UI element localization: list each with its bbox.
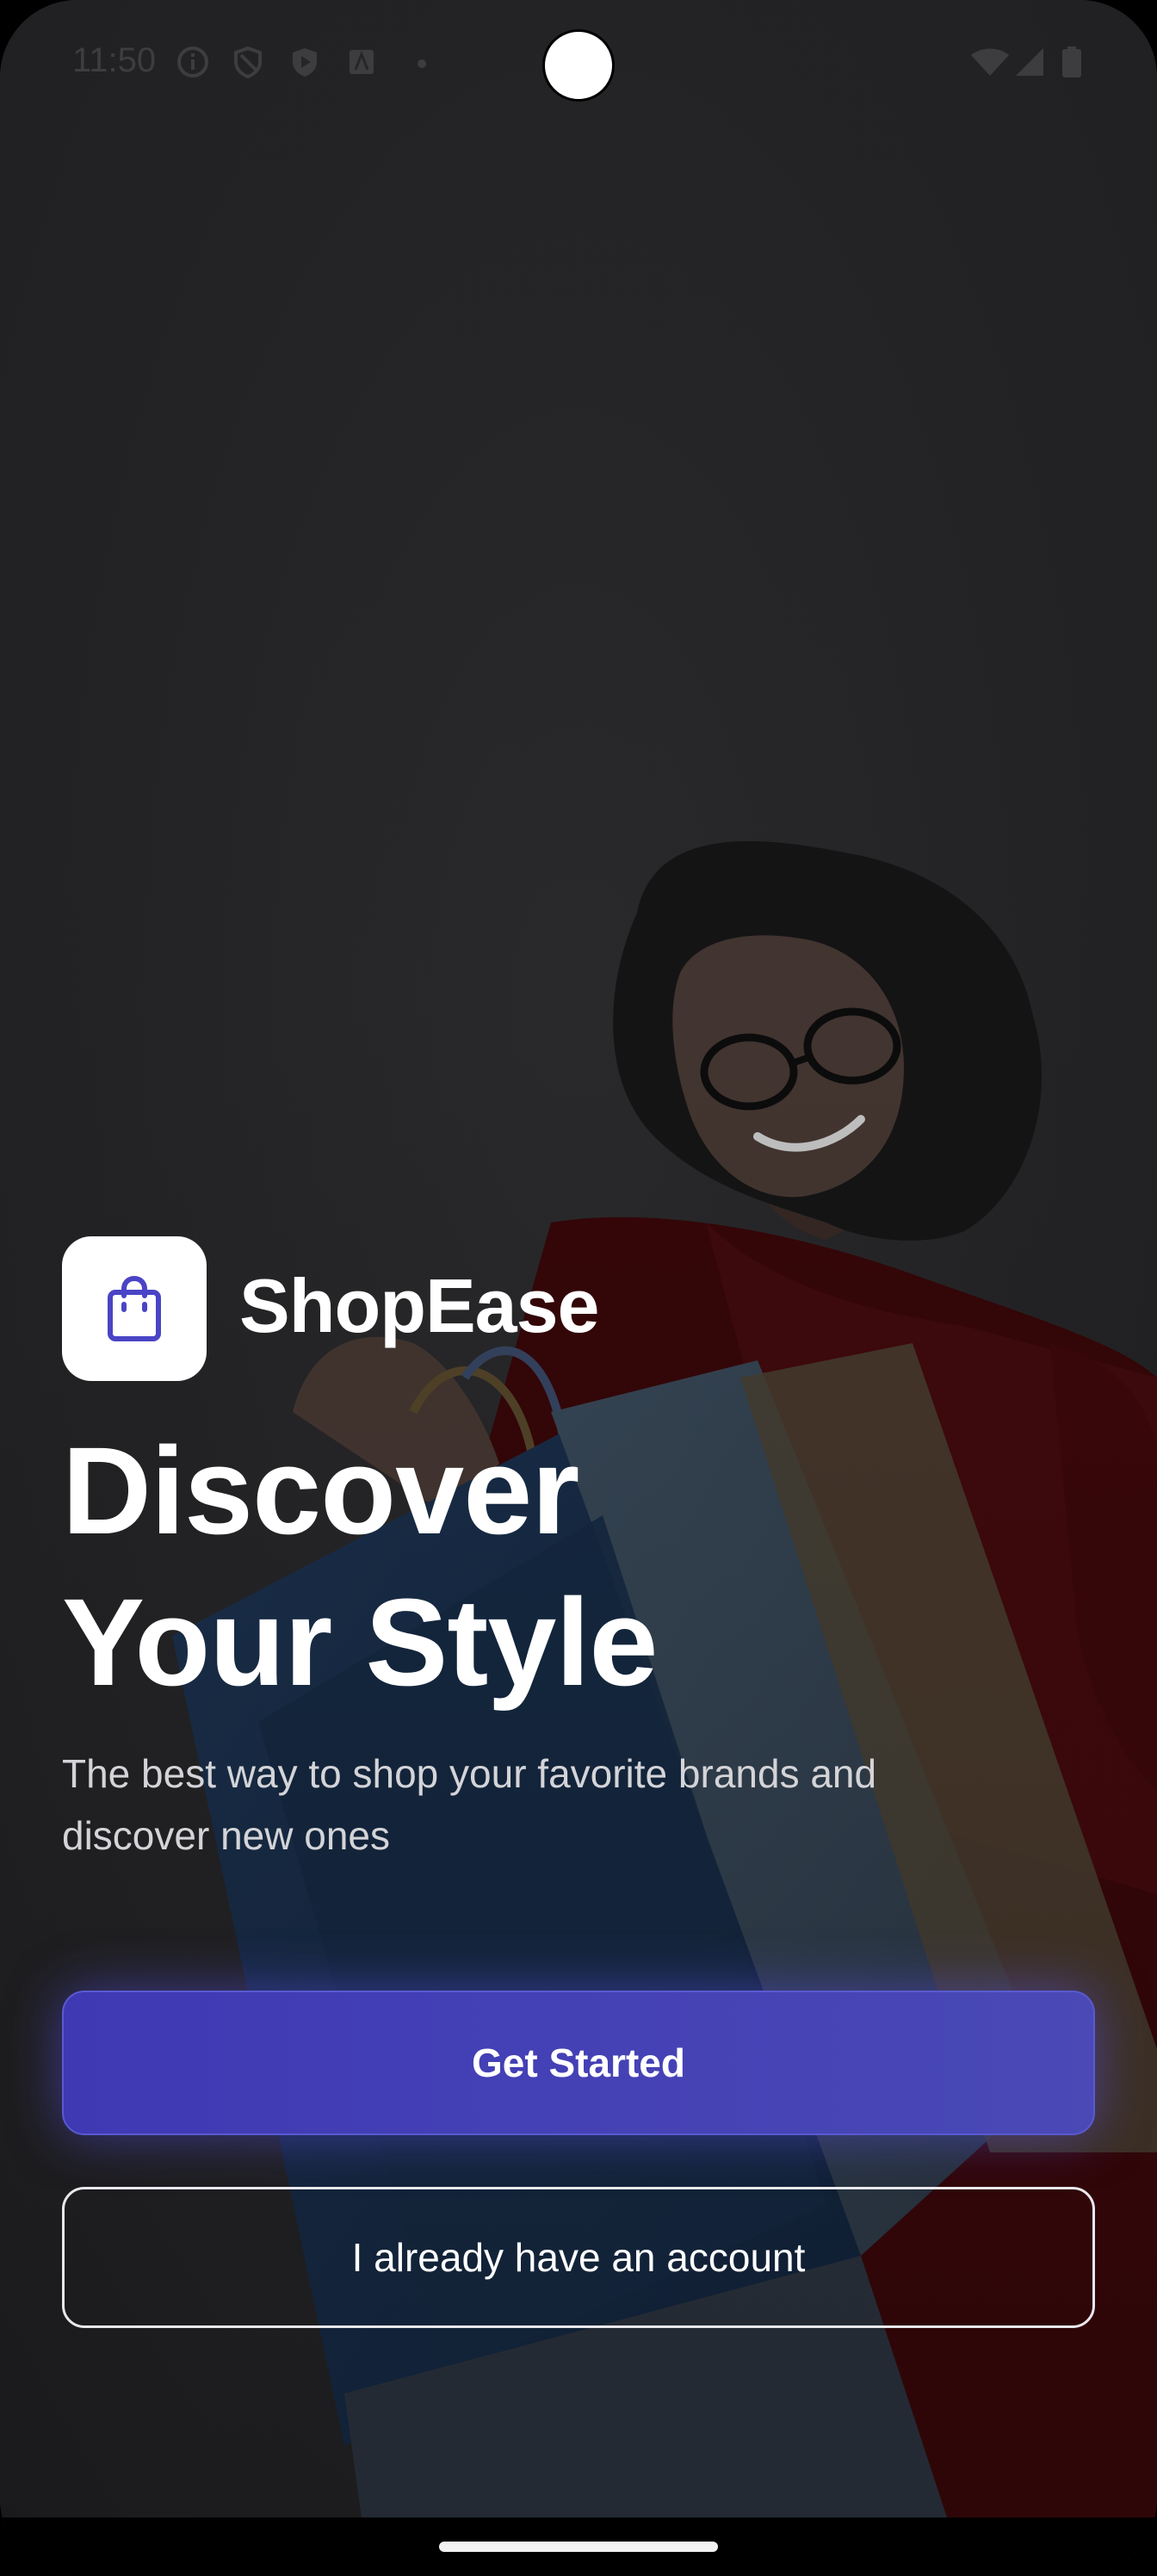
get-started-button[interactable]: Get Started bbox=[62, 1991, 1095, 2135]
headline-line-1: Discover bbox=[62, 1421, 579, 1560]
shopping-bag-icon bbox=[108, 1275, 161, 1341]
home-gesture-handle[interactable] bbox=[439, 2542, 718, 2552]
shield-icon bbox=[234, 46, 262, 79]
get-started-label: Get Started bbox=[472, 2040, 685, 2085]
status-bar: 11:50 bbox=[0, 0, 1157, 129]
headline: Discover Your Style bbox=[62, 1415, 1095, 1718]
app-logo bbox=[62, 1236, 207, 1381]
wifi-icon bbox=[971, 48, 1009, 76]
headline-line-2: Your Style bbox=[62, 1573, 659, 1712]
existing-account-label: I already have an account bbox=[351, 2235, 806, 2280]
android-icon bbox=[350, 50, 374, 74]
play-protect-icon bbox=[293, 48, 317, 77]
subtitle: The best way to shop your favorite brand… bbox=[62, 1751, 877, 1858]
dot-icon bbox=[418, 59, 426, 68]
welcome-screen: 11:50 ShopEase Discover Your Style The b… bbox=[0, 0, 1157, 2576]
status-time: 11:50 bbox=[72, 41, 157, 79]
app-name: ShopEase bbox=[239, 1263, 599, 1348]
battery-icon bbox=[1062, 46, 1081, 77]
existing-account-button[interactable]: I already have an account bbox=[62, 2187, 1095, 2328]
info-icon bbox=[177, 46, 208, 77]
signal-icon bbox=[1016, 48, 1043, 76]
front-camera-cutout bbox=[542, 29, 615, 102]
